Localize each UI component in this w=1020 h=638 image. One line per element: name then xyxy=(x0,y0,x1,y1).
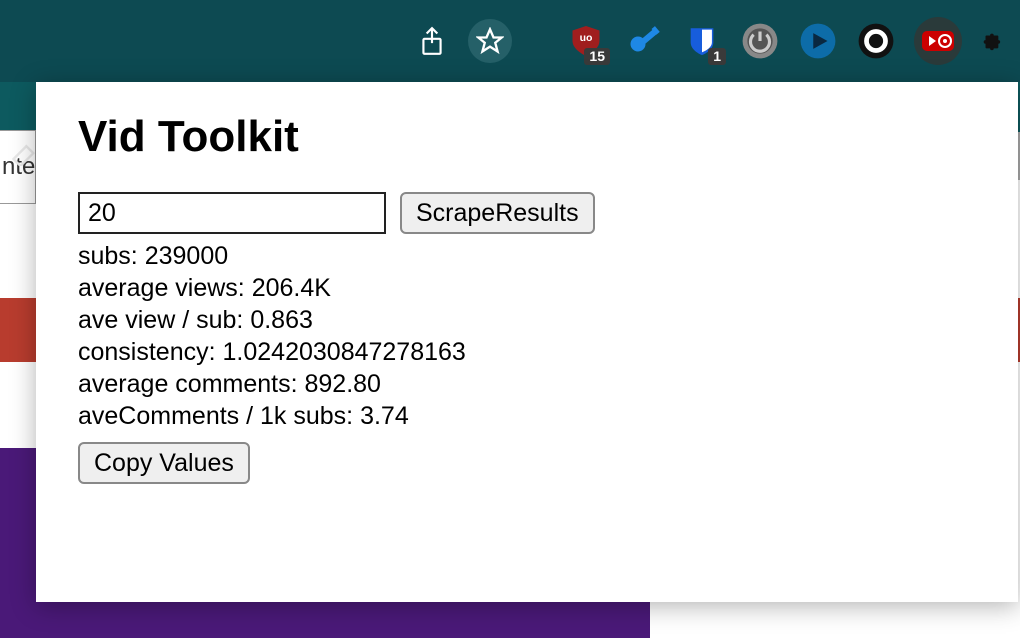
stat-view-per-sub: ave view / sub: 0.863 xyxy=(78,304,976,336)
play-circle-icon[interactable] xyxy=(798,21,838,61)
stat-consistency: consistency: 1.0242030847278163 xyxy=(78,336,976,368)
youtube-gear-icon[interactable] xyxy=(914,17,962,65)
copy-values-button[interactable]: Copy Values xyxy=(78,442,250,484)
browser-toolbar: uo 15 1 xyxy=(0,0,1020,82)
stat-label: average comments: xyxy=(78,370,305,398)
stat-value: 3.74 xyxy=(360,402,409,430)
extension-popup: Vid Toolkit ScrapeResults subs: 239000 a… xyxy=(36,82,1018,602)
stat-label: average views: xyxy=(78,274,252,302)
stat-value: 0.863 xyxy=(250,306,313,334)
stat-label: aveComments / 1k subs: xyxy=(78,402,360,430)
stat-value: 892.80 xyxy=(305,370,381,398)
count-input[interactable] xyxy=(78,192,386,234)
bookmark-star-icon[interactable] xyxy=(468,19,512,63)
extensions-puzzle-icon[interactable] xyxy=(980,21,1002,61)
ublock-icon[interactable]: uo 15 xyxy=(566,21,606,61)
stat-label: subs: xyxy=(78,242,145,270)
stat-label: ave view / sub: xyxy=(78,306,250,334)
ring-icon[interactable] xyxy=(856,21,896,61)
stat-subs: subs: 239000 xyxy=(78,240,976,272)
stat-value: 239000 xyxy=(145,242,228,270)
ublock-badge: 15 xyxy=(584,48,610,65)
stat-avg-views: average views: 206.4K xyxy=(78,272,976,304)
bitwarden-badge: 1 xyxy=(708,48,726,65)
stat-avg-comments: average comments: 892.80 xyxy=(78,368,976,400)
scrape-results-button[interactable]: ScrapeResults xyxy=(400,192,595,234)
controls-row: ScrapeResults xyxy=(78,192,976,234)
power-icon[interactable] xyxy=(740,21,780,61)
key-icon[interactable] xyxy=(624,21,664,61)
stat-label: consistency: xyxy=(78,338,223,366)
stat-comments-per-1k: aveComments / 1k subs: 3.74 xyxy=(78,400,976,432)
stats-block: subs: 239000 average views: 206.4K ave v… xyxy=(78,240,976,432)
svg-text:uo: uo xyxy=(580,32,593,44)
share-icon[interactable] xyxy=(414,23,450,59)
stat-value: 206.4K xyxy=(252,274,331,302)
stat-value: 1.0242030847278163 xyxy=(223,338,466,366)
background-eraser-icon xyxy=(10,138,38,171)
bitwarden-icon[interactable]: 1 xyxy=(682,21,722,61)
popup-title: Vid Toolkit xyxy=(78,112,976,162)
